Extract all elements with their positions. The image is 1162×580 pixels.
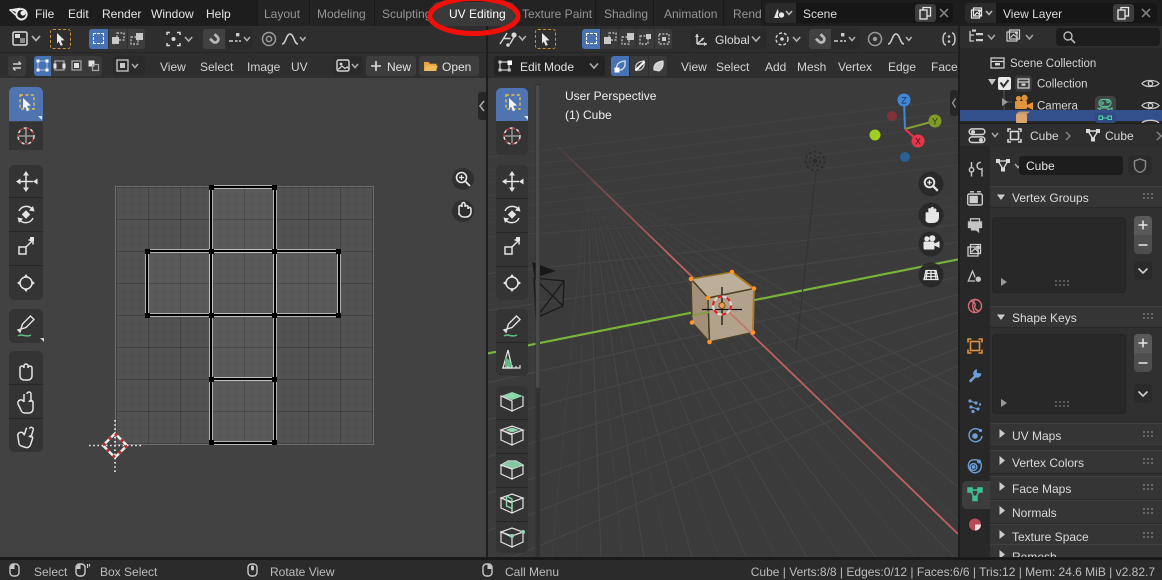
svg-text:Z: Z [901, 96, 907, 106]
svg-text:Scene Collection: Scene Collection [1010, 58, 1096, 70]
svg-text:X: X [915, 137, 921, 147]
svg-text:Y: Y [932, 117, 938, 127]
svg-text:Collection: Collection [1037, 79, 1088, 91]
